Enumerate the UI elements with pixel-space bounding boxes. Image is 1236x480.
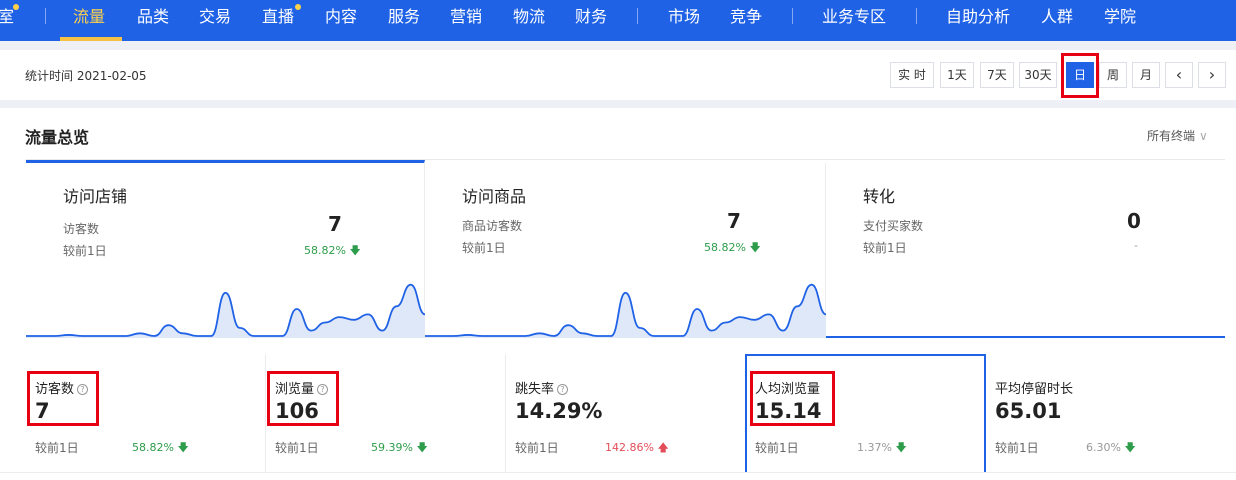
arrow-down-icon: 🡇 <box>416 441 428 454</box>
period-30day-button[interactable]: 30天 <box>1019 62 1057 88</box>
card-metric-label: 商品访客数 <box>462 219 523 233</box>
nav-item-market[interactable]: 市场 <box>668 0 700 41</box>
top-navigation: 室 流量 品类 交易 直播 内容 服务 营销 物流 财务 市场 竞争 业务专区 … <box>0 0 1236 41</box>
nav-divider <box>792 8 793 24</box>
traffic-overview-panel: 流量总览 所有终端 ∨ 访问店铺 访客数 7 较前1日 58.82% 🡇 访问商品… <box>0 108 1236 480</box>
help-icon[interactable]: ? <box>557 384 569 395</box>
nav-divider <box>916 8 917 24</box>
nav-item-competition[interactable]: 竞争 <box>730 0 762 41</box>
card-title: 访问店铺 <box>63 187 128 206</box>
arrow-down-icon: 🡇 <box>749 241 761 254</box>
chevron-down-icon: ∨ <box>1199 129 1208 143</box>
metric-tile-visitors[interactable]: 访客数? 7 较前1日 58.82% 🡇 <box>26 354 266 474</box>
terminal-select-label: 所有终端 <box>1147 129 1196 143</box>
nav-item-trade[interactable]: 交易 <box>199 0 231 41</box>
highlight-box <box>1061 53 1099 98</box>
nav-item-crowd[interactable]: 人群 <box>1041 0 1073 41</box>
card-title: 转化 <box>863 187 896 206</box>
period-realtime-button[interactable]: 实 时 <box>890 62 934 88</box>
card-change: 58.82% 🡇 <box>704 241 761 254</box>
tile-compare-label: 较前1日 <box>35 441 79 455</box>
tile-name: 平均停留时长 <box>995 382 1074 397</box>
card-metric-label: 访客数 <box>63 222 100 236</box>
sparkline-chart <box>425 283 826 338</box>
card-compare-label: 较前1日 <box>63 244 107 258</box>
nav-item-live[interactable]: 直播 <box>262 0 294 41</box>
card-compare-label: 较前1日 <box>863 241 907 255</box>
nav-item-category[interactable]: 品类 <box>137 0 169 41</box>
sparkline-chart <box>26 283 425 338</box>
tile-change: 58.82% 🡇 <box>132 441 189 454</box>
nav-divider <box>637 8 638 24</box>
tile-name: 跳失率? <box>515 378 569 397</box>
arrow-down-icon: 🡇 <box>349 244 361 257</box>
tile-change: 142.86% 🡅 <box>605 441 669 454</box>
metric-tile-pageviews[interactable]: 浏览量? 106 较前1日 59.39% 🡇 <box>266 354 506 474</box>
card-title: 访问商品 <box>462 187 527 206</box>
tile-value: 65.01 <box>995 399 1062 423</box>
nav-divider <box>45 8 46 24</box>
period-month-button[interactable]: 月 <box>1132 62 1160 88</box>
notification-dot <box>295 4 301 10</box>
nav-item-traffic[interactable]: 流量 <box>73 0 105 41</box>
terminal-select[interactable]: 所有终端 ∨ <box>1147 127 1208 144</box>
nav-item-marketing[interactable]: 营销 <box>450 0 482 41</box>
card-metric-value: 7 <box>727 209 741 233</box>
period-1day-button[interactable]: 1天 <box>940 62 974 88</box>
prev-date-button[interactable]: ‹ <box>1165 62 1193 88</box>
nav-item-self-analysis[interactable]: 自助分析 <box>946 0 1010 41</box>
sparkline-baseline <box>826 336 1225 338</box>
notification-dot <box>13 4 19 10</box>
arrow-down-icon: 🡇 <box>177 441 189 454</box>
stat-time-label: 统计时间 2021-02-05 <box>25 69 147 83</box>
nav-item-logistics[interactable]: 物流 <box>513 0 545 41</box>
tile-compare-label: 较前1日 <box>275 441 319 455</box>
nav-item-partial[interactable]: 室 <box>0 0 14 41</box>
overview-card-shop-visits[interactable]: 访问店铺 访客数 7 较前1日 58.82% 🡇 <box>26 160 425 338</box>
tile-change: 6.30% 🡇 <box>1086 441 1136 454</box>
tile-change: 59.39% 🡇 <box>371 441 428 454</box>
card-metric-value: 7 <box>328 212 342 236</box>
highlight-box <box>750 371 835 426</box>
nav-item-finance[interactable]: 财务 <box>575 0 607 41</box>
nav-item-academy[interactable]: 学院 <box>1104 0 1136 41</box>
metric-tile-avg-pageviews[interactable]: 人均浏览量 15.14 较前1日 1.37% 🡇 <box>745 354 986 474</box>
card-metric-label: 支付买家数 <box>863 219 924 233</box>
panel-title: 流量总览 <box>25 128 90 147</box>
tile-compare-label: 较前1日 <box>515 441 559 455</box>
next-date-button[interactable]: › <box>1198 62 1226 88</box>
highlight-box <box>27 371 99 426</box>
date-filter-bar: 统计时间 2021-02-05 实 时 1天 7天 30天 日 周 月 ‹ › <box>0 50 1236 100</box>
highlight-box <box>267 371 339 426</box>
arrow-down-icon: 🡇 <box>895 441 907 454</box>
nav-item-business-zone[interactable]: 业务专区 <box>822 0 886 41</box>
card-change: - <box>1134 239 1138 252</box>
tile-change: 1.37% 🡇 <box>857 441 907 454</box>
period-week-button[interactable]: 周 <box>1099 62 1127 88</box>
card-compare-label: 较前1日 <box>462 241 506 255</box>
arrow-down-icon: 🡇 <box>1124 441 1136 454</box>
divider <box>0 472 1236 480</box>
arrow-up-icon: 🡅 <box>657 441 669 454</box>
tile-value: 14.29% <box>515 399 603 423</box>
card-change: 58.82% 🡇 <box>304 244 361 257</box>
period-7day-button[interactable]: 7天 <box>980 62 1014 88</box>
card-metric-value: 0 <box>1127 209 1141 233</box>
tile-compare-label: 较前1日 <box>755 441 799 455</box>
metric-tile-bounce-rate[interactable]: 跳失率? 14.29% 较前1日 142.86% 🡅 <box>506 354 746 474</box>
metric-tile-avg-stay[interactable]: 平均停留时长 65.01 较前1日 6.30% 🡇 <box>986 354 1225 474</box>
nav-item-service[interactable]: 服务 <box>388 0 420 41</box>
tile-compare-label: 较前1日 <box>995 441 1039 455</box>
nav-item-content[interactable]: 内容 <box>325 0 357 41</box>
overview-card-product-visits[interactable]: 访问商品 商品访客数 7 较前1日 58.82% 🡇 <box>425 163 826 338</box>
overview-card-conversion[interactable]: 转化 支付买家数 0 较前1日 - <box>826 163 1225 338</box>
